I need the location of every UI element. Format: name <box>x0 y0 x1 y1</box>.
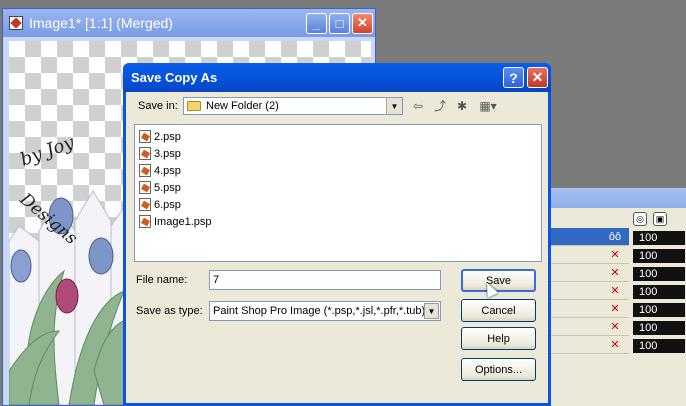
opacity-value[interactable]: 100 <box>633 267 685 281</box>
layer-row[interactable]: ✕ <box>549 336 629 354</box>
save-as-type-value: Paint Shop Pro Image (*.psp,*.jsl,*.pfr,… <box>213 305 426 317</box>
close-button[interactable]: ✕ <box>352 12 373 34</box>
cancel-button[interactable]: Cancel <box>461 299 536 322</box>
save-copy-as-dialog: Save Copy As ? ✕ Save in: New Folder (2)… <box>123 63 551 406</box>
file-item[interactable]: 6.psp <box>139 196 537 213</box>
layers-palette-icons: ◎ ▣ <box>633 212 667 226</box>
psp-file-icon <box>139 147 151 160</box>
visibility-off-icon[interactable]: ✕ <box>607 285 623 297</box>
save-in-label: Save in: <box>138 100 178 112</box>
psp-file-icon <box>139 181 151 194</box>
dialog-close-button[interactable]: ✕ <box>527 67 548 88</box>
save-as-type-label: Save as type: <box>136 305 203 317</box>
psp-file-icon <box>139 198 151 211</box>
help-button[interactable]: Help <box>461 327 536 350</box>
dialog-title: Save Copy As <box>131 70 218 85</box>
view-menu-icon[interactable]: ▦▾ <box>476 98 500 114</box>
visibility-off-icon[interactable]: ✕ <box>607 321 623 333</box>
layer-row[interactable]: ✕ <box>549 282 629 300</box>
file-name-field[interactable]: 7 <box>209 270 441 290</box>
mask-icon[interactable]: ◎ <box>633 212 647 226</box>
back-arrow-icon[interactable]: ⇦ <box>410 98 426 114</box>
file-list[interactable]: 2.psp 3.psp 4.psp 5.psp 6.psp Image1.psp <box>134 124 542 262</box>
visibility-off-icon[interactable]: ✕ <box>607 339 623 351</box>
layers-palette-titlebar[interactable] <box>549 188 686 208</box>
layer-row[interactable]: ôô <box>549 228 629 246</box>
psp-app-icon <box>9 16 23 30</box>
dialog-titlebar[interactable]: Save Copy As ? ✕ <box>123 63 551 92</box>
layer-row[interactable]: ✕ <box>549 300 629 318</box>
file-name: Image1.psp <box>154 215 212 228</box>
psp-file-icon <box>139 130 151 143</box>
opacity-value[interactable]: 100 <box>633 303 685 317</box>
layer-row[interactable]: ✕ <box>549 264 629 282</box>
visibility-icon[interactable]: ôô <box>607 231 623 243</box>
psp-file-icon <box>139 215 151 228</box>
folder-icon <box>187 101 201 111</box>
help-title-button[interactable]: ? <box>503 67 524 88</box>
minimize-button[interactable]: _ <box>306 12 327 34</box>
chevron-down-icon[interactable]: ▼ <box>424 303 439 319</box>
opacity-value[interactable]: 100 <box>633 231 685 245</box>
save-button[interactable]: Save <box>461 269 536 292</box>
maximize-button[interactable]: □ <box>329 12 350 34</box>
file-item[interactable]: 5.psp <box>139 179 537 196</box>
options-button[interactable]: Options... <box>461 358 536 381</box>
new-folder-icon[interactable]: ✱ <box>454 98 470 114</box>
visibility-off-icon[interactable]: ✕ <box>607 267 623 279</box>
file-item[interactable]: 2.psp <box>139 128 537 145</box>
layer-row[interactable]: ✕ <box>549 318 629 336</box>
file-name: 4.psp <box>154 164 181 177</box>
psp-file-icon <box>139 164 151 177</box>
chevron-down-icon[interactable]: ▼ <box>386 98 402 114</box>
opacity-value[interactable]: 100 <box>633 339 685 353</box>
canvas-text-joy: by Joy <box>18 132 78 171</box>
save-in-dropdown[interactable]: New Folder (2) ▼ <box>183 97 403 115</box>
lock-icon[interactable]: ▣ <box>653 212 667 226</box>
file-item[interactable]: 3.psp <box>139 145 537 162</box>
image-window-title: Image1* [1:1] (Merged) <box>29 15 173 31</box>
file-name: 5.psp <box>154 181 181 194</box>
save-as-type-dropdown[interactable]: Paint Shop Pro Image (*.psp,*.jsl,*.pfr,… <box>209 301 441 321</box>
opacity-value[interactable]: 100 <box>633 285 685 299</box>
file-name: 6.psp <box>154 198 181 211</box>
opacity-value[interactable]: 100 <box>633 249 685 263</box>
save-in-value: New Folder (2) <box>206 100 279 112</box>
file-name-label: File name: <box>136 274 188 286</box>
opacity-value[interactable]: 100 <box>633 321 685 335</box>
file-item[interactable]: Image1.psp <box>139 213 537 230</box>
file-name: 2.psp <box>154 130 181 143</box>
layer-row[interactable]: ✕ <box>549 246 629 264</box>
up-folder-icon[interactable]: ⤴ <box>432 98 448 114</box>
image-window-titlebar[interactable]: Image1* [1:1] (Merged) _ □ ✕ <box>3 9 375 37</box>
file-name: 3.psp <box>154 147 181 160</box>
visibility-off-icon[interactable]: ✕ <box>607 249 623 261</box>
layers-palette: ◎ ▣ ôô ✕ ✕ ✕ ✕ ✕ ✕ 100 100 100 100 100 1… <box>548 188 686 406</box>
file-item[interactable]: 4.psp <box>139 162 537 179</box>
visibility-off-icon[interactable]: ✕ <box>607 303 623 315</box>
